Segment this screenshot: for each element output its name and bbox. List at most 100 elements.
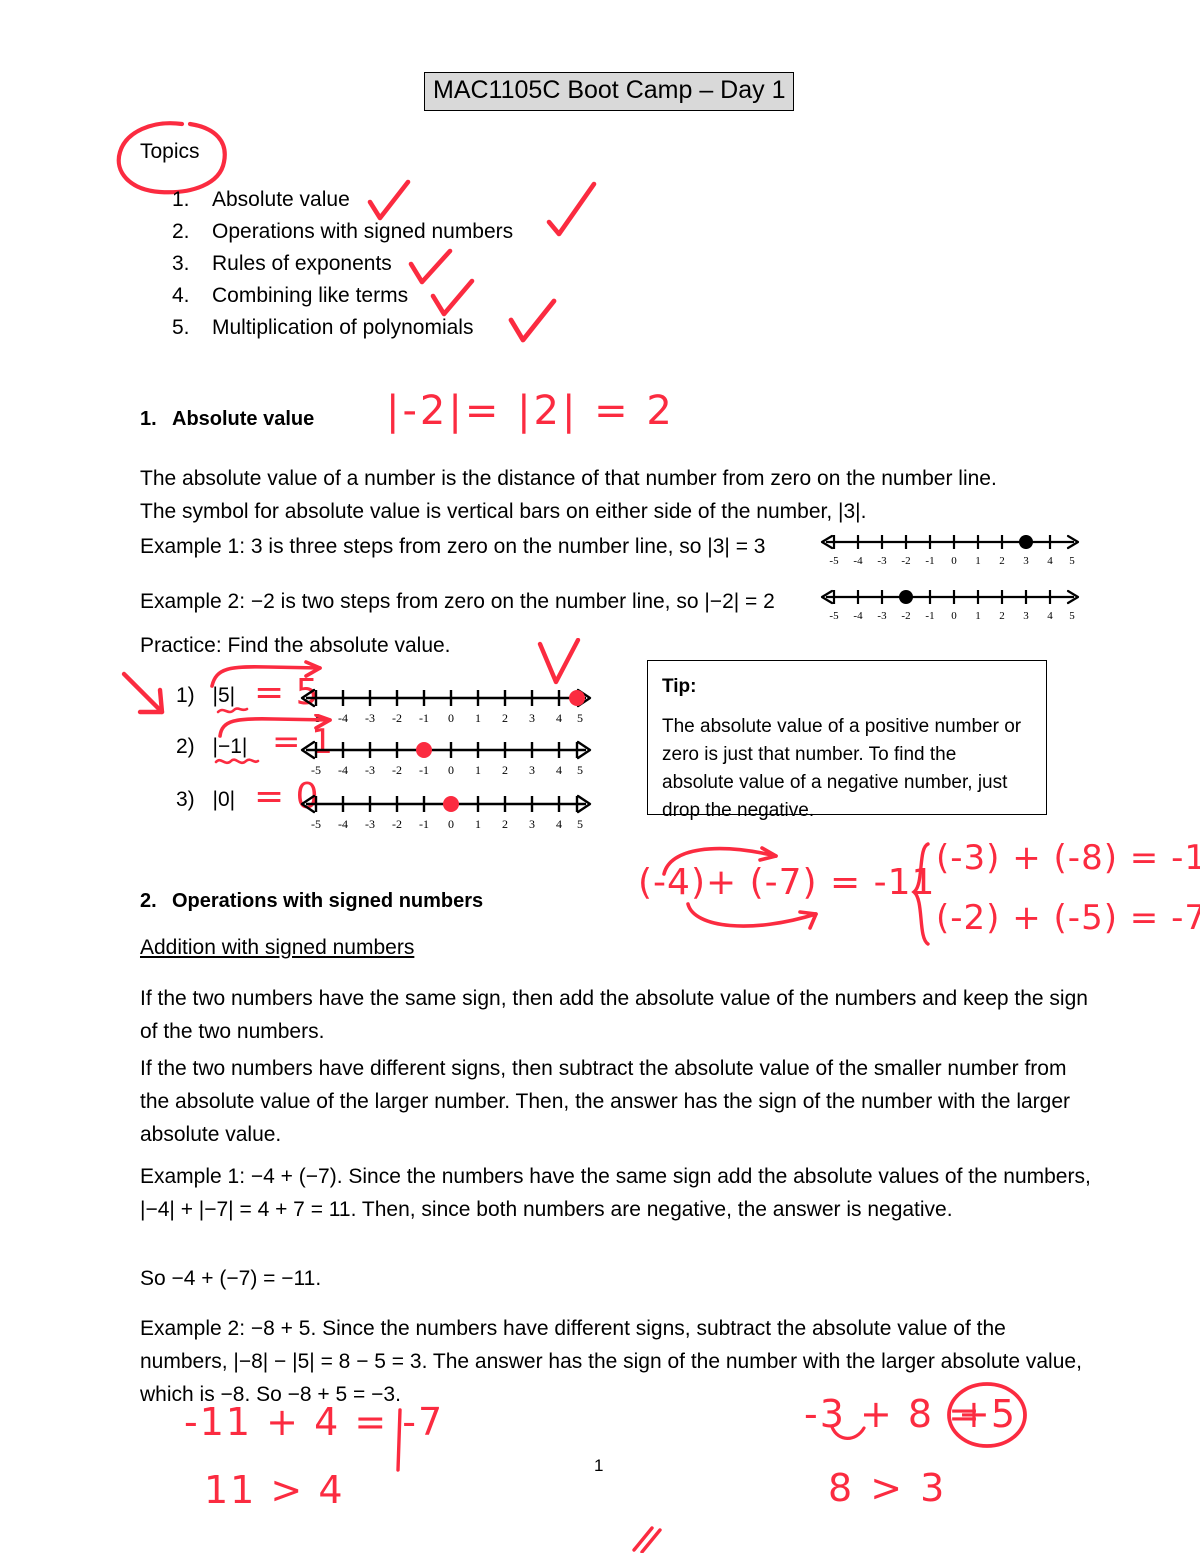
topic-label: Absolute value [212,188,350,211]
topic-number: 4. [172,284,190,307]
svg-text:0: 0 [448,817,454,831]
svg-text:1: 1 [475,763,481,777]
ink-slash-mark [632,1526,662,1553]
svg-text:5: 5 [1069,555,1075,567]
svg-text:-4: -4 [338,711,348,725]
ink-strike-through-seven [396,1408,402,1472]
topic-item-4: 4. Combining like terms [172,284,732,316]
svg-text:2: 2 [502,711,508,725]
section-2-example-2: Example 2: −8 + 5. Since the numbers hav… [140,1317,1082,1406]
topic-item-5: 5. Multiplication of polynomials [172,316,732,348]
svg-text:3: 3 [529,817,535,831]
svg-text:-3: -3 [877,555,887,567]
svg-text:-1: -1 [419,817,429,831]
ink-bottom-left-inequality: 11 > 4 [204,1468,345,1512]
svg-text:-4: -4 [853,610,863,622]
ink-signed-work-brace-2: (-2) + (-5) = -7 [936,898,1200,938]
svg-text:2: 2 [502,763,508,777]
section-1-paragraph: The absolute value of a number is the di… [140,462,1092,528]
svg-text:-3: -3 [365,817,375,831]
svg-text:-4: -4 [338,763,348,777]
svg-text:1: 1 [475,711,481,725]
worksheet-page: MAC1105C Boot Camp – Day 1 Topics 1. Abs… [0,0,1200,1553]
svg-text:-2: -2 [901,610,910,622]
svg-text:3: 3 [1023,610,1029,622]
number-line-practice-1: -5 -4 -3 -2 -1 0 1 2 3 4 5 [300,688,592,725]
svg-text:0: 0 [951,610,957,622]
svg-text:-1: -1 [419,711,429,725]
svg-text:4: 4 [556,711,562,725]
number-line-practice-3: -5 -4 -3 -2 -1 0 1 2 3 4 5 [300,794,592,831]
svg-text:-3: -3 [877,610,887,622]
svg-text:-5: -5 [311,711,321,725]
svg-text:5: 5 [577,817,583,831]
svg-text:-1: -1 [419,763,429,777]
practice-expression: |5| [212,684,236,707]
section-2-example-1: Example 1: −4 + (−7). Since the numbers … [140,1165,1091,1221]
number-line-practice-2: -5 -4 -3 -2 -1 0 1 2 3 4 5 [300,740,592,777]
practice-expression: |0| [212,788,236,811]
svg-text:4: 4 [556,763,562,777]
tip-box: Tip: The absolute value of a positive nu… [647,660,1047,821]
svg-text:0: 0 [951,555,957,567]
svg-text:4: 4 [556,817,562,831]
topic-item-2: 2. Operations with signed numbers [172,220,732,252]
practice-label: Practice: Find the absolute value. [140,634,451,657]
topic-number: 1. [172,188,190,211]
topic-label: Operations with signed numbers [212,220,514,243]
checkmark-icon-practice [537,638,581,685]
ink-arrow-to-practice [121,671,165,715]
section-2-heading: 2. Operations with signed numbers [140,890,483,913]
svg-text:4: 4 [1047,610,1053,622]
svg-text:-2: -2 [392,763,402,777]
topic-item-3: 3. Rules of exponents [172,252,732,284]
svg-text:0: 0 [448,763,454,777]
section-2-title: Operations with signed numbers [172,890,484,912]
page-number: 1 [594,1456,604,1475]
svg-text:3: 3 [529,763,535,777]
svg-text:-4: -4 [853,555,863,567]
practice-item-2: 2) |−1| [176,735,247,759]
section-2-subheading: Addition with signed numbers [140,936,415,959]
ink-abs-value-work: |-2|= |2| = 2 [386,388,675,434]
practice-expression: |−1| [212,735,248,758]
ink-arrow-signed-bottom [686,902,818,930]
section-1-example-1: Example 1: 3 is three steps from zero on… [140,535,766,558]
topic-number: 5. [172,316,190,339]
practice-item-1: 1) |5| [176,684,235,708]
page-title: MAC1105C Boot Camp – Day 1 [424,72,795,111]
svg-text:2: 2 [999,555,1005,567]
svg-text:1: 1 [475,817,481,831]
number-line-example-1: -5 -4 -3 -2 -1 0 1 2 3 4 5 [820,534,1080,567]
section-1-heading: 1. Absolute value [140,408,314,431]
svg-text:3: 3 [1023,555,1029,567]
svg-text:-5: -5 [829,555,839,567]
svg-text:-3: -3 [365,763,375,777]
topic-item-1: 1. Absolute value [172,188,732,220]
ink-brace [911,842,930,946]
tip-body: The absolute value of a positive number … [662,716,1022,821]
svg-text:-2: -2 [901,555,910,567]
svg-text:-5: -5 [829,610,839,622]
ink-signed-work-brace-1: (-3) + (-8) = -11 [936,838,1200,878]
number-line-example-2: -5 -4 -3 -2 -1 0 1 2 3 4 5 [820,589,1080,622]
svg-text:1: 1 [975,610,981,622]
svg-text:1: 1 [975,555,981,567]
section-2-rule-2: If the two numbers have different signs,… [140,1057,1071,1146]
svg-text:2: 2 [999,610,1005,622]
ink-underarc-bottom-right [830,1425,866,1440]
section-2-example-1-conclusion: So −4 + (−7) = −11. [140,1267,322,1290]
ink-arrow-signed-top [662,846,778,876]
topics-list: 1. Absolute value 2. Operations with sig… [172,188,732,348]
section-1-paragraph-line-2: The symbol for absolute value is vertica… [140,500,867,523]
svg-text:5: 5 [577,763,583,777]
svg-text:-4: -4 [338,817,348,831]
svg-text:-2: -2 [392,817,402,831]
ink-signed-work-main: (-4)+ (-7) = -11 [638,862,936,903]
section-1-example-2: Example 2: −2 is two steps from zero on … [140,590,775,613]
svg-text:4: 4 [1047,555,1053,567]
topic-number: 2. [172,220,190,243]
svg-text:-2: -2 [392,711,402,725]
svg-text:-1: -1 [925,610,934,622]
topic-number: 3. [172,252,190,275]
